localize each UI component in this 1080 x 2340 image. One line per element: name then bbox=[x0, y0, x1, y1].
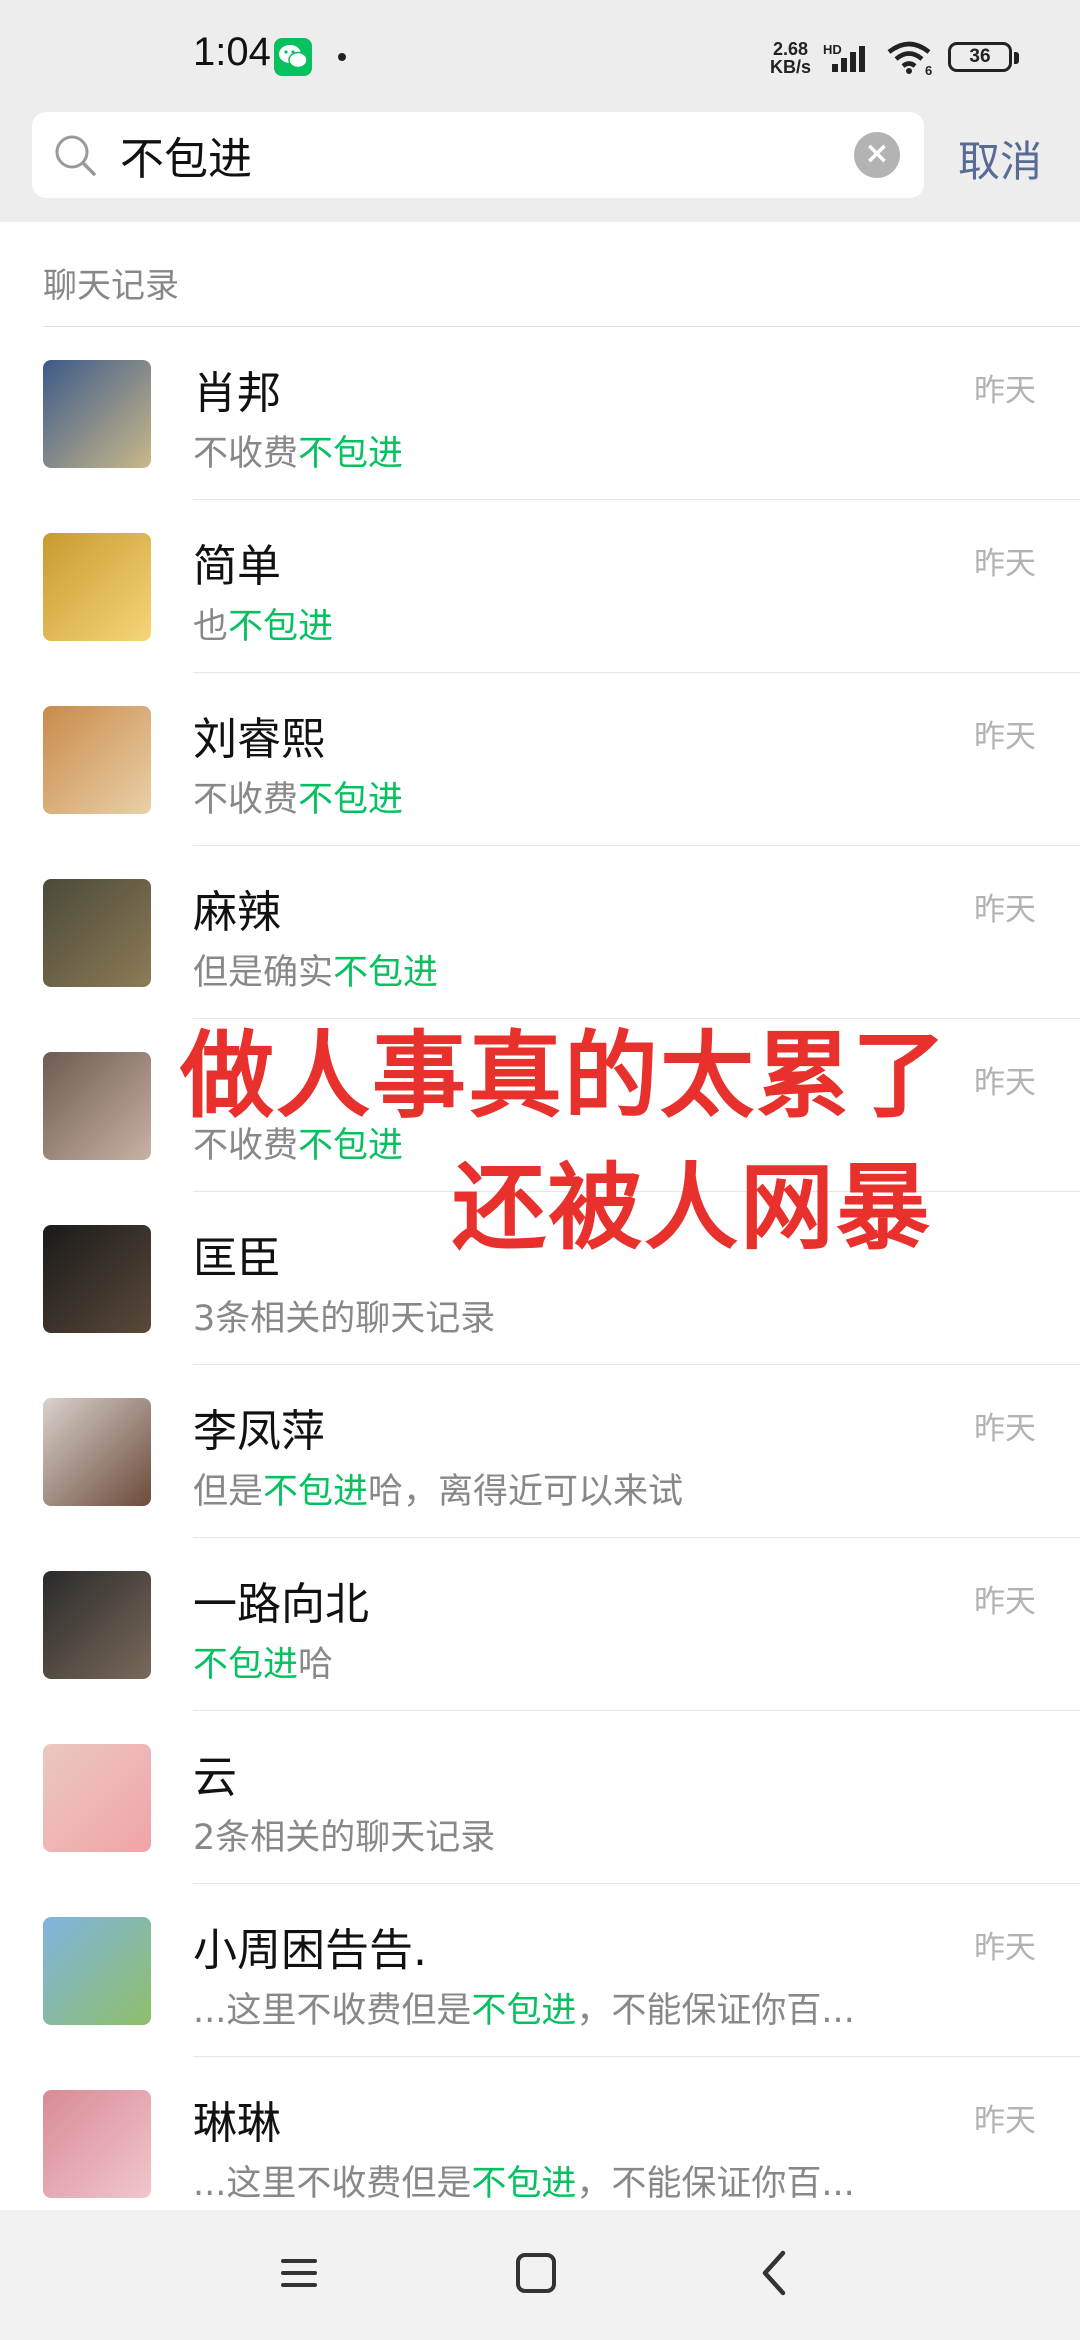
snippet-text: 2条相关的聊天记录 bbox=[193, 1818, 496, 1858]
avatar bbox=[43, 879, 151, 987]
snippet-text: 也 bbox=[193, 607, 229, 647]
contact-name: 简单 bbox=[193, 541, 281, 592]
status-time: 1:04 bbox=[193, 30, 271, 74]
chat-result-row[interactable]: 肖邦不收费不包进 昨天 bbox=[0, 327, 1080, 500]
chat-result-row[interactable]: 李凤萍但是不包进哈，离得近可以来试 昨天 bbox=[0, 1365, 1080, 1538]
message-time: 昨天 bbox=[974, 892, 1036, 928]
avatar bbox=[43, 1052, 151, 1160]
battery-tip bbox=[1014, 52, 1019, 64]
snippet-text: 哈，离得近可以来试 bbox=[368, 1472, 684, 1512]
search-box[interactable]: × bbox=[32, 112, 924, 198]
contact-name: 琳琳 bbox=[193, 2098, 281, 2149]
svg-text:6: 6 bbox=[925, 63, 932, 76]
snippet-highlight: 不包进 bbox=[228, 607, 334, 647]
clear-icon[interactable]: × bbox=[854, 132, 900, 178]
chat-result-row[interactable]: 一路向北不包进哈 昨天 bbox=[0, 1538, 1080, 1711]
status-bar: 1:04 2.68 KB/s HD 6 36 bbox=[0, 0, 1080, 110]
chat-result-row[interactable]: 云 2条相关的聊天记录 bbox=[0, 1711, 1080, 1884]
avatar bbox=[43, 1225, 151, 1333]
message-snippet: ...这里不收费但是不包进，不能保证你百... bbox=[193, 1982, 855, 2033]
snippet-text: ...这里不收费但是 bbox=[193, 2164, 472, 2204]
contact-name: 李凤萍 bbox=[193, 1406, 325, 1457]
contact-name: 肖邦 bbox=[193, 368, 281, 419]
contact-name: 云 bbox=[193, 1752, 237, 1803]
message-time: 昨天 bbox=[974, 1584, 1036, 1620]
message-time: 昨天 bbox=[974, 719, 1036, 755]
snippet-text: 不收费 bbox=[193, 780, 299, 820]
message-snippet: ...这里不收费但是不包进，不能保证你百... bbox=[193, 2155, 855, 2206]
search-icon bbox=[55, 135, 96, 176]
contact-name: 麻辣 bbox=[193, 887, 281, 938]
signal-icon bbox=[832, 46, 865, 72]
message-snippet: 也不包进 bbox=[193, 598, 333, 649]
message-time: 昨天 bbox=[974, 1411, 1036, 1447]
snippet-text: 哈 bbox=[298, 1645, 334, 1685]
contact-name: 匡臣 bbox=[193, 1233, 281, 1284]
notification-dot bbox=[338, 53, 346, 61]
contact-name: 刘睿熙 bbox=[193, 714, 325, 765]
contact-name: 小周困告告. bbox=[193, 1925, 427, 1976]
search-header: × 取消 bbox=[0, 110, 1080, 222]
message-snippet: 不收费不包进 bbox=[193, 771, 403, 822]
cancel-button[interactable]: 取消 bbox=[958, 128, 1042, 189]
snippet-text: ...这里不收费但是 bbox=[193, 1991, 472, 2031]
avatar bbox=[43, 1744, 151, 1852]
message-time: 昨天 bbox=[974, 1930, 1036, 1966]
message-time: 昨天 bbox=[974, 2103, 1036, 2139]
snippet-highlight: 不包进 bbox=[263, 1472, 369, 1512]
message-time: 昨天 bbox=[974, 373, 1036, 409]
snippet-text: ，不能保证你百... bbox=[576, 1991, 855, 2031]
avatar bbox=[43, 360, 151, 468]
snippet-highlight: 不包进 bbox=[471, 1991, 577, 2031]
section-title: 聊天记录 bbox=[43, 266, 179, 306]
message-snippet: 2条相关的聊天记录 bbox=[193, 1809, 495, 1860]
chat-result-row[interactable]: 刘睿熙不收费不包进 昨天 bbox=[0, 673, 1080, 846]
avatar bbox=[43, 706, 151, 814]
avatar bbox=[43, 2090, 151, 2198]
message-time: 昨天 bbox=[974, 1065, 1036, 1101]
avatar bbox=[43, 1571, 151, 1679]
back-icon[interactable] bbox=[755, 2245, 795, 2301]
message-snippet: 3条相关的聊天记录 bbox=[193, 1290, 495, 1341]
home-icon[interactable] bbox=[512, 2245, 560, 2301]
battery-icon: 36 bbox=[948, 42, 1012, 72]
chat-result-row[interactable]: 小周困告告. ...这里不收费但是不包进，不能保证你百... 昨天 bbox=[0, 1884, 1080, 2057]
snippet-text: ，不能保证你百... bbox=[576, 2164, 855, 2204]
snippet-text: 不收费 bbox=[193, 434, 299, 474]
avatar bbox=[43, 1917, 151, 2025]
snippet-highlight: 不包进 bbox=[471, 2164, 577, 2204]
snippet-highlight: 不包进 bbox=[298, 434, 404, 474]
avatar bbox=[43, 533, 151, 641]
snippet-highlight: 不包进 bbox=[298, 780, 404, 820]
overlay-caption-line2: 还被人网暴 bbox=[452, 1154, 933, 1263]
snippet-text: 但是 bbox=[193, 1472, 264, 1512]
message-snippet: 不收费不包进 bbox=[193, 425, 403, 476]
menu-icon[interactable] bbox=[277, 2245, 321, 2301]
contact-name: 一路向北 bbox=[193, 1579, 369, 1630]
snippet-highlight: 不包进 bbox=[333, 953, 439, 993]
snippet-text: 3条相关的聊天记录 bbox=[193, 1299, 496, 1339]
avatar bbox=[43, 1398, 151, 1506]
message-snippet: 但是确实不包进 bbox=[193, 944, 438, 995]
chat-result-row[interactable]: 麻辣但是确实不包进 昨天 bbox=[0, 846, 1080, 1019]
search-input[interactable] bbox=[120, 112, 860, 198]
results-list: 肖邦 不收费不包进 昨天 简单 也不包进 昨天 刘睿熙 不收费不包进 昨天 麻辣 但是确实不包进 昨天… bbox=[0, 327, 1080, 2230]
chat-result-row[interactable]: 琳琳 ...这里不收费但是不包进，不能保证你百... 昨天 bbox=[0, 2057, 1080, 2230]
snippet-highlight: 不包进 bbox=[193, 1645, 299, 1685]
network-speed: 2.68 KB/s bbox=[770, 39, 812, 77]
message-time: 昨天 bbox=[974, 546, 1036, 582]
chat-result-row[interactable]: 简单也不包进 昨天 bbox=[0, 500, 1080, 673]
wifi-icon: 6 bbox=[887, 41, 932, 76]
navigation-bar bbox=[0, 2210, 1080, 2340]
message-snippet: 但是不包进哈，离得近可以来试 bbox=[193, 1463, 683, 1514]
message-snippet: 不包进哈 bbox=[193, 1636, 333, 1687]
overlay-caption-line1: 做人事真的太累了 bbox=[180, 1022, 949, 1131]
wechat-icon bbox=[274, 38, 312, 76]
snippet-text: 但是确实 bbox=[193, 953, 334, 993]
